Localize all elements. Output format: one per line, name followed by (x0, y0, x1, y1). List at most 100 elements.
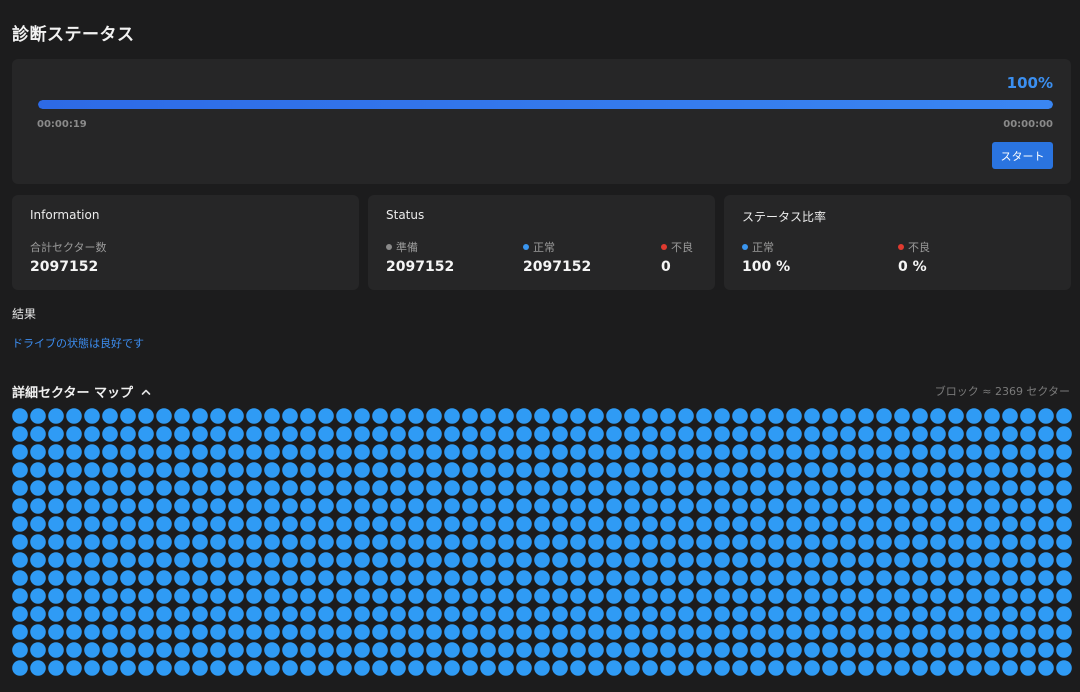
sector-block (498, 624, 514, 640)
sector-block (912, 426, 928, 442)
sector-block (300, 516, 316, 532)
start-button[interactable]: スタート (992, 142, 1053, 169)
sector-block (174, 408, 190, 424)
sector-block (624, 462, 640, 478)
status-ratio-card: ステータス比率 正常 100 % 不良 0 % (724, 195, 1071, 290)
sector-block (912, 606, 928, 622)
sector-block (1002, 606, 1018, 622)
sector-block (732, 606, 748, 622)
sector-block (48, 516, 64, 532)
sector-block (408, 642, 424, 658)
sector-block (714, 570, 730, 586)
sector-block (732, 426, 748, 442)
sector-block (120, 624, 136, 640)
sector-block (768, 480, 784, 496)
sector-block (102, 408, 118, 424)
sector-block (588, 444, 604, 460)
sector-block (678, 462, 694, 478)
sector-block (138, 462, 154, 478)
sector-block (372, 534, 388, 550)
sector-map-toggle[interactable]: 詳細セクター マップ (12, 382, 151, 401)
sector-block (156, 624, 172, 640)
sector-block (678, 480, 694, 496)
sector-block (192, 480, 208, 496)
sector-block (822, 588, 838, 604)
sector-block (1020, 660, 1036, 676)
sector-block (210, 444, 226, 460)
sector-block (894, 552, 910, 568)
sector-block (480, 588, 496, 604)
sector-block (786, 660, 802, 676)
sector-block (354, 588, 370, 604)
sector-block (1002, 516, 1018, 532)
sector-block (840, 498, 856, 514)
sector-block (876, 462, 892, 478)
sector-block (498, 588, 514, 604)
sector-block (570, 624, 586, 640)
sector-block (66, 606, 82, 622)
sector-block (264, 408, 280, 424)
sector-block (894, 480, 910, 496)
sector-block (1056, 516, 1072, 532)
sector-block (444, 498, 460, 514)
sector-block (444, 642, 460, 658)
sector-block (498, 444, 514, 460)
sector-block (408, 462, 424, 478)
sector-block (786, 444, 802, 460)
sector-block (354, 534, 370, 550)
sector-block (444, 588, 460, 604)
sector-block (372, 552, 388, 568)
sector-block (678, 624, 694, 640)
sector-block (282, 570, 298, 586)
sector-block (984, 660, 1000, 676)
sector-block (444, 462, 460, 478)
sector-block (408, 444, 424, 460)
sector-block (588, 624, 604, 640)
sector-block (552, 516, 568, 532)
sector-block (354, 642, 370, 658)
sector-block (858, 534, 874, 550)
sector-block (30, 444, 46, 460)
sector-block (840, 624, 856, 640)
sector-block (390, 552, 406, 568)
sector-block (858, 588, 874, 604)
sector-block (336, 498, 352, 514)
sector-block (30, 516, 46, 532)
sector-block (84, 624, 100, 640)
sector-block (12, 444, 28, 460)
sector-block (570, 534, 586, 550)
sector-block (390, 516, 406, 532)
sector-block (624, 570, 640, 586)
sector-block (102, 480, 118, 496)
sector-block (210, 516, 226, 532)
sector-block (354, 516, 370, 532)
sector-block (732, 588, 748, 604)
sector-block (102, 462, 118, 478)
sector-block (930, 606, 946, 622)
progress-percent: 100% (1006, 74, 1053, 92)
sector-block (30, 606, 46, 622)
sector-block (462, 516, 478, 532)
sector-block (66, 552, 82, 568)
sector-block (660, 588, 676, 604)
sector-block (498, 642, 514, 658)
sector-block (336, 606, 352, 622)
sector-block (480, 534, 496, 550)
sector-block (606, 534, 622, 550)
sector-block (498, 426, 514, 442)
sector-block (984, 552, 1000, 568)
sector-block (66, 624, 82, 640)
sector-block (1056, 570, 1072, 586)
sector-block (894, 660, 910, 676)
sector-block (408, 480, 424, 496)
sector-map-note: ブロック ≈ 2369 セクター (934, 385, 1070, 398)
sector-block (444, 552, 460, 568)
sector-block (12, 516, 28, 532)
sector-block (1056, 534, 1072, 550)
sector-block (876, 516, 892, 532)
result-label: 結果 (12, 307, 37, 321)
sector-block (480, 516, 496, 532)
sector-block (912, 660, 928, 676)
sector-block (462, 660, 478, 676)
sector-block (1038, 570, 1054, 586)
